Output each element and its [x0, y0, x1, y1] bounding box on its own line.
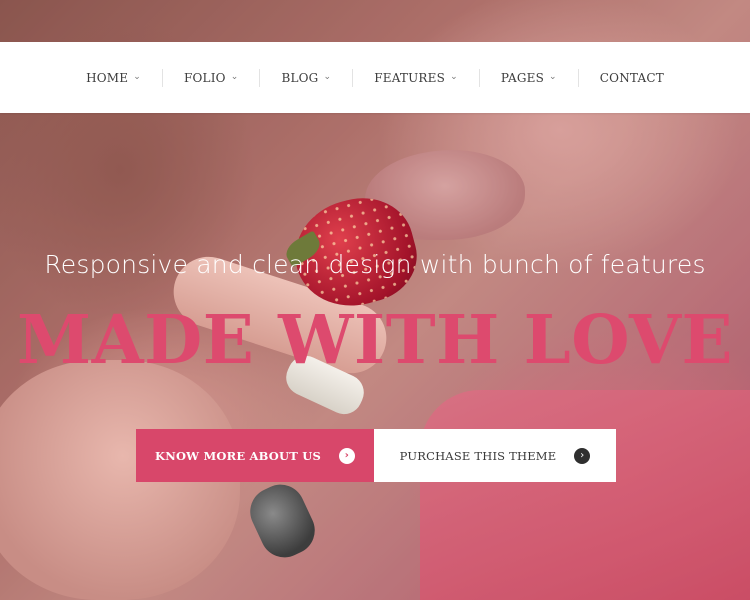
nav-item-home[interactable]: HOME ⌄: [65, 42, 162, 113]
nav-label: FOLIO: [183, 70, 226, 85]
main-navigation: HOME ⌄ FOLIO ⌄ BLOG ⌄ FEATURES ⌄ PAGES ⌄…: [0, 42, 750, 113]
know-more-button[interactable]: KNOW MORE ABOUT US ›: [136, 429, 374, 482]
nail-decoration-glitter: [242, 476, 323, 566]
nav-label: HOME: [86, 70, 129, 85]
nav-item-features[interactable]: FEATURES ⌄: [353, 42, 479, 113]
nav-label: PAGES: [500, 70, 545, 85]
nav-item-pages[interactable]: PAGES ⌄: [480, 42, 578, 113]
chevron-down-icon: ⌄: [133, 71, 141, 82]
nav-label: CONTACT: [599, 70, 664, 85]
chevron-down-icon: ⌄: [230, 71, 239, 82]
nav-label: BLOG: [281, 70, 319, 85]
hero-subtitle: Responsive and clean design with bunch o…: [44, 250, 706, 279]
nav-item-folio[interactable]: FOLIO ⌄: [163, 42, 259, 113]
chevron-down-icon: ⌄: [549, 71, 557, 82]
nav-item-contact[interactable]: CONTACT: [579, 42, 685, 113]
nav-item-blog[interactable]: BLOG ⌄: [260, 42, 352, 113]
arrow-right-circle-icon: ›: [574, 447, 591, 464]
purchase-theme-label: PURCHASE THIS THEME: [399, 448, 557, 463]
chevron-down-icon: ⌄: [450, 71, 458, 82]
purchase-theme-button[interactable]: PURCHASE THIS THEME ›: [374, 429, 616, 482]
arrow-right-circle-icon: ›: [338, 447, 355, 464]
know-more-label: KNOW MORE ABOUT US: [155, 448, 321, 463]
hero-headline: MADE WITH LOVE: [16, 300, 734, 379]
nav-label: FEATURES: [374, 70, 446, 85]
shirt-decoration: [420, 390, 750, 600]
chevron-down-icon: ⌄: [323, 71, 332, 82]
